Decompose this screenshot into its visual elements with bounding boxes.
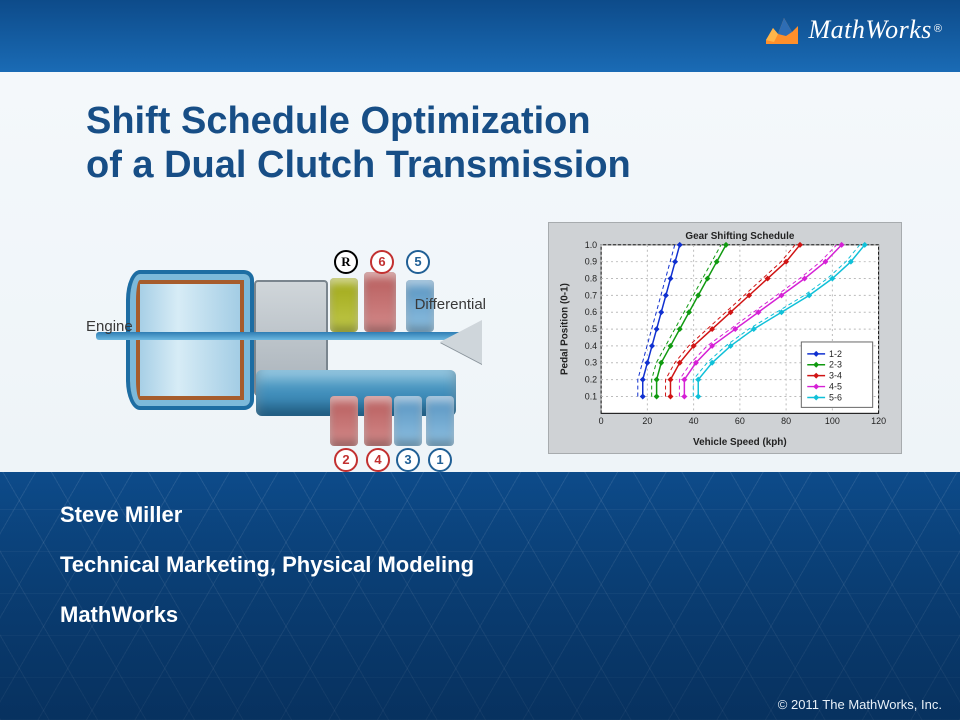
- svg-text:Vehicle Speed (kph): Vehicle Speed (kph): [693, 437, 787, 448]
- svg-text:1-2: 1-2: [829, 349, 842, 359]
- svg-text:0: 0: [599, 416, 604, 426]
- gear-marker-2: 2: [334, 448, 358, 472]
- svg-text:20: 20: [642, 416, 652, 426]
- brand-registered: ®: [934, 23, 942, 35]
- svg-text:80: 80: [781, 416, 791, 426]
- svg-text:40: 40: [689, 416, 699, 426]
- author-org: MathWorks: [60, 602, 178, 628]
- brand-name-text: MathWorks: [808, 15, 931, 44]
- svg-text:5-6: 5-6: [829, 392, 842, 402]
- differential-icon: [440, 320, 482, 364]
- svg-text:120: 120: [871, 416, 886, 426]
- content-area: Shift Schedule Optimization of a Dual Cl…: [0, 72, 960, 472]
- differential-label: Differential: [415, 296, 486, 313]
- gear-1-icon: [426, 396, 454, 446]
- svg-text:0.6: 0.6: [585, 307, 597, 317]
- svg-text:0.2: 0.2: [585, 375, 597, 385]
- author-name: Steve Miller: [60, 502, 182, 528]
- title-line-1: Shift Schedule Optimization: [86, 100, 920, 144]
- brand: MathWorks®: [764, 14, 942, 46]
- brand-name: MathWorks®: [808, 15, 942, 45]
- svg-text:Gear Shifting Schedule: Gear Shifting Schedule: [685, 231, 794, 242]
- mathworks-logo-icon: [764, 14, 800, 46]
- gear-marker-1: 1: [428, 448, 452, 472]
- page-title: Shift Schedule Optimization of a Dual Cl…: [86, 100, 920, 187]
- gear-r-icon: [330, 278, 358, 332]
- svg-text:2-3: 2-3: [829, 360, 842, 370]
- svg-text:100: 100: [825, 416, 840, 426]
- author-role: Technical Marketing, Physical Modeling: [60, 552, 474, 578]
- slide: MathWorks® Shift Schedule Optimization o…: [0, 0, 960, 720]
- svg-text:0.8: 0.8: [585, 274, 597, 284]
- bell-housing-icon: [126, 270, 254, 410]
- gear-marker-6: 6: [370, 250, 394, 274]
- title-line-2: of a Dual Clutch Transmission: [86, 144, 920, 188]
- gear-6-icon: [364, 272, 396, 332]
- svg-text:Pedal Position (0-1): Pedal Position (0-1): [559, 283, 570, 375]
- svg-text:3-4: 3-4: [829, 371, 842, 381]
- gear-4-icon: [364, 396, 392, 446]
- gear-3-icon: [394, 396, 422, 446]
- svg-text:0.5: 0.5: [585, 324, 597, 334]
- gear-marker-4: 4: [366, 448, 390, 472]
- engine-label: Engine: [86, 318, 133, 335]
- svg-text:0.7: 0.7: [585, 290, 597, 300]
- svg-text:4-5: 4-5: [829, 382, 842, 392]
- lower-band: Steve Miller Technical Marketing, Physic…: [0, 472, 960, 720]
- transmission-illustration: Engine Differential R 6 5 2 4 3 1: [86, 222, 476, 450]
- chart-svg: 0 20 40 60 80 100 120 0.1 0.2 0.3 0.4 0.5 0.6 0.7 0.8 0…: [553, 227, 897, 449]
- top-band: MathWorks®: [0, 0, 960, 72]
- svg-text:0.9: 0.9: [585, 257, 597, 267]
- gear-marker-3: 3: [396, 448, 420, 472]
- svg-text:60: 60: [735, 416, 745, 426]
- gear-marker-5: 5: [406, 250, 430, 274]
- gear-marker-r: R: [334, 250, 358, 274]
- input-shaft-icon: [96, 332, 466, 340]
- svg-text:1.0: 1.0: [585, 240, 597, 250]
- svg-text:0.1: 0.1: [585, 391, 597, 401]
- svg-text:0.4: 0.4: [585, 341, 597, 351]
- svg-text:0.3: 0.3: [585, 358, 597, 368]
- copyright-text: © 2011 The MathWorks, Inc.: [778, 697, 942, 712]
- shift-schedule-chart: 0 20 40 60 80 100 120 0.1 0.2 0.3 0.4 0.5 0.6 0.7 0.8 0…: [548, 222, 902, 454]
- gear-2-icon: [330, 396, 358, 446]
